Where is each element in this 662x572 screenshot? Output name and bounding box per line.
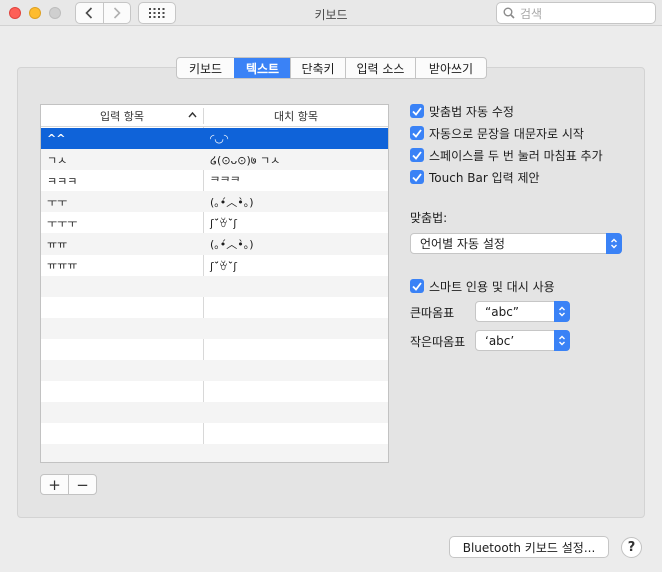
table-header: 입력 항목 대치 항목 (41, 105, 388, 127)
replace-cell: (｡•́︿•̀｡) (210, 195, 254, 209)
add-remove-control: + − (40, 474, 97, 495)
table-row[interactable]: ㅠㅠ (｡•́︿•̀｡) (41, 233, 388, 255)
remove-button[interactable]: − (68, 475, 96, 494)
updown-arrows-icon (554, 330, 570, 351)
updown-arrows-icon (554, 301, 570, 322)
input-cell: ㄱㅅ (47, 153, 68, 167)
search-icon (503, 7, 515, 19)
replace-cell: ◜◡◝ (210, 132, 229, 146)
empty-row (41, 317, 388, 339)
empty-row (41, 444, 388, 462)
replace-cell: ໒(⊙ᴗ⊙)७ ㄱㅅ (210, 153, 281, 167)
replace-cell: ʃ˘́ꈊ˘̀ʃ (210, 217, 237, 231)
spelling-popup[interactable]: 언어별 자동 설정 (410, 233, 622, 254)
add-button[interactable]: + (41, 475, 68, 494)
checkmark-icon (410, 170, 424, 184)
checkmark-icon (410, 148, 424, 162)
updown-arrows-icon (606, 233, 622, 254)
single-quotes-popup[interactable]: ‘abc’ (475, 330, 570, 351)
autocorrect-checkbox[interactable]: 맞춤법 자동 수정 (410, 103, 514, 119)
tab-1[interactable]: 텍스트 (234, 58, 290, 78)
spelling-label: 맞춤법: (410, 211, 448, 225)
text-replacement-table[interactable]: 입력 항목 대치 항목 ^^ ◜◡◝ ㄱㅅ ໒(⊙ᴗ⊙)७ ㄱㅅㅋㅋㅋ ᄏᄏᄏ ㅜㅜ (｡•… (40, 104, 389, 463)
sort-ascending-icon (188, 111, 197, 118)
empty-row (41, 339, 388, 360)
replace-cell: (｡•́︿•̀｡) (210, 238, 254, 252)
empty-row (41, 360, 388, 382)
capitalize-checkbox[interactable]: 자동으로 문장을 대문자로 시작 (410, 125, 584, 141)
empty-row (41, 381, 388, 402)
tab-bar: 키보드 텍스트 단축키 입력 소스 받아쓰기 (176, 57, 487, 79)
table-row[interactable]: ㅜㅜㅜ ʃ˘́ꈊ˘̀ʃ (41, 212, 388, 233)
search-placeholder: 검색 (520, 6, 543, 21)
column-header-input[interactable]: 입력 항목 (41, 105, 203, 127)
bluetooth-keyboard-setup-button[interactable]: Bluetooth 키보드 설정... (449, 536, 609, 558)
input-cell: ㅠㅠㅠ (47, 259, 78, 273)
tab-3[interactable]: 입력 소스 (345, 58, 415, 78)
checkmark-icon (410, 279, 424, 293)
empty-row (41, 297, 388, 318)
single-quotes-label: 작은따옴표 (410, 335, 466, 349)
double-quotes-label: 큰따옴표 (410, 306, 455, 320)
replace-cell: ᄏᄏᄏ (210, 174, 241, 188)
help-button[interactable]: ? (621, 537, 642, 558)
double-space-period-checkbox[interactable]: 스페이스를 두 번 눌러 마침표 추가 (410, 147, 603, 163)
table-row[interactable]: ㅋㅋㅋ ᄏᄏᄏ (41, 170, 388, 191)
empty-row (41, 402, 388, 424)
input-cell: ㅜㅜㅜ (47, 216, 78, 230)
tab-0[interactable]: 키보드 (177, 58, 234, 78)
title-bar: 키보드 검색 (0, 0, 662, 26)
tab-2[interactable]: 단축키 (290, 58, 345, 78)
table-row[interactable]: ㅜㅜ (｡•́︿•̀｡) (41, 191, 388, 213)
input-cell: ㅠㅠ (47, 238, 68, 252)
table-rows: ^^ ◜◡◝ ㄱㅅ ໒(⊙ᴗ⊙)७ ㄱㅅㅋㅋㅋ ᄏᄏᄏ ㅜㅜ (｡•́︿•̀｡) ㅜㅜㅜ ʃ˘́… (41, 128, 388, 462)
column-header-replace[interactable]: 대치 항목 (204, 105, 388, 127)
input-cell: ^^ (47, 132, 66, 146)
table-row[interactable]: ^^ ◜◡◝ (41, 128, 388, 150)
touchbar-suggestions-checkbox[interactable]: Touch Bar 입력 제안 (410, 169, 540, 185)
search-field[interactable]: 검색 (496, 2, 656, 24)
tab-4[interactable]: 받아쓰기 (415, 58, 486, 78)
double-quotes-popup[interactable]: “abc” (475, 301, 570, 322)
empty-row (41, 275, 388, 297)
table-row[interactable]: ㅠㅠㅠ ʃ˘́ꈊ˘̀ʃ (41, 255, 388, 276)
checkmark-icon (410, 104, 424, 118)
empty-row (41, 423, 388, 444)
replace-cell: ʃ˘́ꈊ˘̀ʃ (210, 259, 237, 273)
smart-quotes-checkbox[interactable]: 스마트 인용 및 대시 사용 (410, 278, 555, 294)
checkmark-icon (410, 126, 424, 140)
input-cell: ㅜㅜ (47, 195, 68, 209)
table-row[interactable]: ㄱㅅ ໒(⊙ᴗ⊙)७ ㄱㅅ (41, 149, 388, 171)
input-cell: ㅋㅋㅋ (47, 174, 78, 188)
